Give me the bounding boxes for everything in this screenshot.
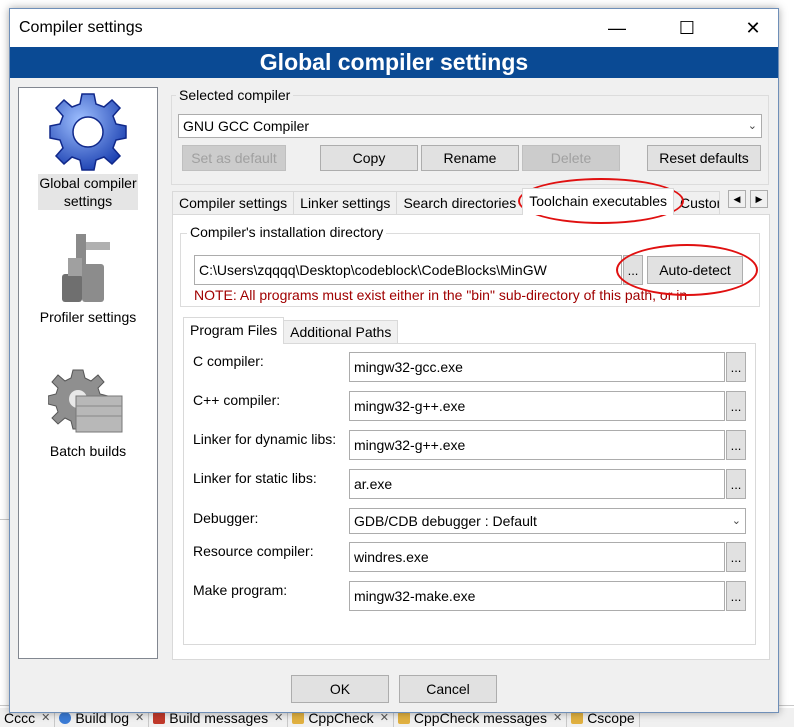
- tab-additional-paths[interactable]: Additional Paths: [283, 320, 399, 344]
- install-dir-browse-button[interactable]: ...: [623, 255, 643, 285]
- profiler-icon: [62, 234, 110, 302]
- pencil-icon: [292, 711, 305, 724]
- pencil-icon: [571, 711, 584, 724]
- reset-defaults-button[interactable]: Reset defaults: [647, 145, 761, 171]
- dynamic-linker-browse-button[interactable]: ...: [726, 430, 746, 460]
- install-dir-input[interactable]: C:\Users\zqqqq\Desktop\codeblock\CodeBlo…: [194, 255, 622, 285]
- cancel-button[interactable]: Cancel: [399, 675, 497, 703]
- pencil-icon: [397, 711, 410, 724]
- c-compiler-label: C compiler:: [193, 353, 264, 369]
- static-linker-label: Linker for static libs:: [193, 470, 317, 486]
- maximize-button[interactable]: ☐: [664, 9, 710, 47]
- sidebar-item-batch-builds[interactable]: Batch builds: [19, 366, 157, 460]
- c-compiler-browse-button[interactable]: ...: [726, 352, 746, 382]
- minimize-button[interactable]: —: [594, 9, 640, 47]
- arrow-right-icon: ▶: [755, 194, 763, 204]
- close-button[interactable]: ✕: [730, 9, 776, 47]
- make-program-label: Make program:: [193, 582, 288, 598]
- tab-compiler-settings[interactable]: Compiler settings: [172, 191, 295, 215]
- rename-button[interactable]: Rename: [421, 145, 519, 171]
- tab-scroll-left-button[interactable]: ◀: [728, 190, 746, 208]
- cpp-compiler-input[interactable]: mingw32-g++.exe: [349, 391, 725, 421]
- sidebar-item-label: Batch builds: [49, 443, 127, 459]
- tab-toolchain-executables[interactable]: Toolchain executables: [522, 188, 675, 215]
- make-program-browse-button[interactable]: ...: [726, 581, 746, 611]
- cpp-compiler-browse-button[interactable]: ...: [726, 391, 746, 421]
- static-linker-input[interactable]: ar.exe: [349, 469, 725, 499]
- tab-custom[interactable]: Custor: [673, 191, 721, 215]
- resource-compiler-browse-button[interactable]: ...: [726, 542, 746, 572]
- tab-linker-settings[interactable]: Linker settings: [293, 191, 398, 215]
- make-program-input[interactable]: mingw32-make.exe: [349, 581, 725, 611]
- dynamic-linker-input[interactable]: mingw32-g++.exe: [349, 430, 725, 460]
- settings-category-list: Global compiler settings Profiler settin…: [18, 87, 158, 659]
- build-log-icon: [59, 711, 72, 724]
- gear-icon: [49, 93, 127, 171]
- arrow-left-icon: ◀: [733, 194, 741, 204]
- compiler-settings-dialog: Compiler settings — ☐ ✕ Global compiler …: [9, 8, 779, 713]
- chevron-down-icon: ⌄: [731, 515, 741, 527]
- maximize-icon: ☐: [678, 17, 696, 38]
- compiler-select[interactable]: GNU GCC Compiler ⌄: [178, 114, 762, 138]
- selected-compiler-group: [171, 95, 769, 185]
- debugger-select[interactable]: GDB/CDB debugger : Default ⌄: [349, 508, 746, 534]
- minimize-icon: —: [608, 17, 626, 38]
- static-linker-browse-button[interactable]: ...: [726, 469, 746, 499]
- tab-program-files[interactable]: Program Files: [183, 317, 285, 344]
- delete-button[interactable]: Delete: [522, 145, 620, 171]
- auto-detect-button[interactable]: Auto-detect: [647, 256, 743, 284]
- copy-button[interactable]: Copy: [320, 145, 418, 171]
- sidebar-item-label: Profiler settings: [39, 309, 137, 325]
- sidebar-item-global-compiler[interactable]: Global compiler settings: [19, 90, 157, 210]
- compiler-select-value: GNU GCC Compiler: [183, 118, 310, 134]
- install-dir-note: NOTE: All programs must exist either in …: [194, 287, 688, 303]
- set-as-default-button[interactable]: Set as default: [182, 145, 286, 171]
- sidebar-item-label: Global compiler settings: [38, 174, 138, 210]
- cpp-compiler-label: C++ compiler:: [193, 392, 281, 408]
- compiler-tabs: Compiler settings Linker settings Search…: [172, 188, 721, 215]
- batch-builds-icon: [48, 369, 123, 433]
- c-compiler-input[interactable]: mingw32-gcc.exe: [349, 352, 725, 382]
- dialog-banner: Global compiler settings: [10, 47, 778, 78]
- selected-compiler-legend: Selected compiler: [176, 87, 294, 103]
- close-icon: ✕: [745, 17, 761, 38]
- sidebar-item-profiler[interactable]: Profiler settings: [19, 228, 157, 326]
- resource-compiler-input[interactable]: windres.exe: [349, 542, 725, 572]
- dynamic-linker-label: Linker for dynamic libs:: [193, 431, 337, 447]
- debugger-label: Debugger:: [193, 510, 259, 526]
- tab-scroll-right-button[interactable]: ▶: [750, 190, 768, 208]
- install-dir-legend: Compiler's installation directory: [187, 224, 387, 240]
- ok-button[interactable]: OK: [291, 675, 389, 703]
- resource-compiler-label: Resource compiler:: [193, 543, 314, 559]
- program-subtabs: Program Files Additional Paths: [183, 317, 399, 344]
- build-messages-icon: [153, 711, 166, 724]
- title-bar: Compiler settings — ☐ ✕: [10, 9, 778, 47]
- debugger-select-value: GDB/CDB debugger : Default: [354, 513, 537, 529]
- tab-search-directories[interactable]: Search directories: [396, 191, 524, 215]
- window-title: Compiler settings: [19, 19, 143, 36]
- chevron-down-icon: ⌄: [747, 120, 757, 132]
